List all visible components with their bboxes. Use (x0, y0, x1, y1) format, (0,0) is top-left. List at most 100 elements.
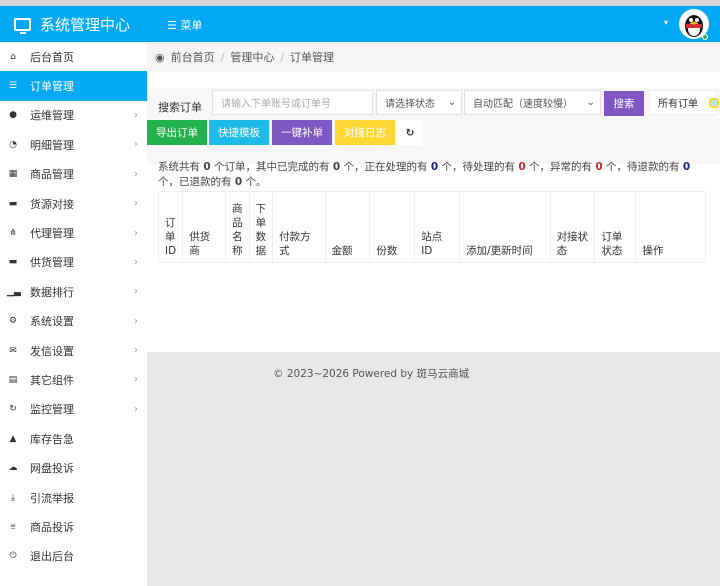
sidebar-item[interactable]: ⩸ 商品投诉 (0, 512, 147, 541)
chevron-right-icon: › (134, 315, 138, 327)
sidebar-item[interactable]: ▬ 供货管理 › (0, 248, 147, 277)
sidebar-item-label: 商品投诉 (30, 520, 74, 534)
sidebar-item-label: 货源对接 (30, 197, 74, 211)
search-toolbar: 搜索订单 请输入下单账号或订单号 请选择状态 ⌄ 自动匹配（速度较慢） ⌄ 搜索 所… (147, 88, 720, 164)
breadcrumb-current: 订单管理 (290, 51, 335, 64)
sidebar-item-label: 库存告急 (30, 432, 74, 446)
search-label: 搜索订单 (158, 101, 202, 114)
envelope-icon: ✉ (9, 345, 17, 356)
sidebar-item-label: 订单管理 (30, 80, 74, 94)
column-header: 商品名称 (225, 191, 250, 263)
sidebar-item-label: 发信设置 (30, 344, 74, 358)
sidebar-item-label: 供货管理 (30, 256, 74, 270)
sidebar-item[interactable]: ☰ 订单管理 (0, 71, 147, 101)
sidebar: ⌂ 后台首页 ☰ 订单管理 ● 运维管理 › ◔ 明细管理 › ▦ 商品管理 › ▬ 货源对接 › ⋔ 代理管理 ›… (0, 42, 147, 586)
search-button[interactable]: 搜索 (604, 91, 644, 116)
menu-label: 菜单 (180, 19, 203, 32)
chevron-right-icon: › (134, 256, 138, 268)
download-icon: ⤓ (11, 492, 15, 503)
app-title: 系统管理中心 (40, 16, 131, 34)
sidebar-item[interactable]: ● 运维管理 › (0, 101, 147, 130)
logo[interactable]: 系统管理中心 (14, 14, 130, 35)
list-icon: ☰ (8, 81, 18, 92)
calendar-icon: ▤ (8, 374, 18, 385)
chrome-icon: ◉ (155, 50, 165, 64)
chevron-right-icon: › (134, 374, 138, 386)
column-header: 供货商 (182, 191, 227, 263)
grid-icon: ▦ (8, 169, 18, 180)
home-icon: ⌂ (10, 51, 16, 62)
breadcrumb: ◉ 前台首页 / 管理中心 / 订单管理 (147, 42, 720, 72)
comments-icon: ● (9, 110, 17, 121)
match-select[interactable]: 自动匹配（速度较慢） ⌄ (464, 90, 601, 115)
sidebar-item[interactable]: ▤ 其它组件 › (0, 365, 147, 394)
sidebar-item[interactable]: ⏻ 退出后台 (0, 542, 147, 571)
column-header: 付款方式 (272, 191, 326, 263)
sidebar-item[interactable]: ◔ 明细管理 › (0, 130, 147, 159)
refresh-icon[interactable]: ↻ (397, 120, 423, 145)
bell-icon: ▲ (9, 433, 17, 444)
column-header: 订单状态 (594, 191, 637, 263)
chevron-right-icon: › (134, 139, 138, 151)
sidebar-item[interactable]: ▬ 货源对接 › (0, 189, 147, 218)
sidebar-item[interactable]: ⚙ 系统设置 › (0, 307, 147, 336)
refresh-icon: ↻ (9, 404, 17, 415)
signal-icon: ▁▃ (7, 286, 21, 297)
menu-icon: ☰ (167, 19, 181, 32)
sidebar-item-label: 网盘投诉 (30, 462, 74, 476)
order-summary: 系统共有 0 个订单，其中已完成的有 0 个，正在处理的有 0 个，待处理的有 … (158, 161, 691, 188)
menu-toggle[interactable]: ☰ 菜单 (167, 17, 202, 33)
chevron-right-icon: › (134, 345, 138, 357)
sidebar-item[interactable]: ▁▃ 数据排行 › (0, 277, 147, 306)
top-header: 系统管理中心 ☰ 菜单 ▾ (0, 6, 720, 42)
sidebar-item[interactable]: ⌂ 后台首页 (0, 42, 147, 71)
sidebar-item-label: 代理管理 (30, 227, 74, 241)
briefcase-icon: ▬ (8, 198, 18, 209)
all-orders-label: 所有订单 (658, 99, 698, 110)
column-header: 对接状态 (549, 191, 596, 263)
breadcrumb-sep: / (220, 50, 225, 64)
column-header: 金额 (324, 191, 371, 263)
sidebar-item[interactable]: ↻ 监控管理 › (0, 395, 147, 424)
chevron-right-icon: › (134, 403, 138, 415)
sidebar-item-label: 监控管理 (30, 403, 74, 417)
sidebar-item[interactable]: ☁ 网盘投诉 (0, 453, 147, 482)
column-header: 份数 (369, 191, 416, 263)
footer-copyright: © 2023~2026 Powered by 斑马云商城 (273, 368, 470, 380)
sidebar-item[interactable]: ▦ 商品管理 › (0, 160, 147, 189)
column-header: 操作 (635, 191, 706, 263)
breadcrumb-sep: / (280, 50, 285, 64)
power-icon: ⏻ (9, 551, 17, 562)
sitemap-icon: ⋔ (9, 228, 17, 239)
breadcrumb-home[interactable]: 前台首页 (171, 49, 215, 65)
search-input[interactable]: 请输入下单账号或订单号 (212, 90, 373, 115)
chevron-right-icon: › (134, 286, 138, 298)
column-header: 订单ID (157, 191, 184, 263)
one-click-supplement-button[interactable]: 一键补单 (272, 120, 332, 145)
sidebar-item[interactable]: ⤓ 引流举报 (0, 483, 147, 512)
export-orders-button[interactable]: 导出订单 (147, 120, 207, 145)
sidebar-item-label: 引流举报 (30, 491, 74, 505)
sidebar-item-label: 后台首页 (30, 50, 74, 64)
chevron-right-icon: › (134, 227, 138, 239)
status-select[interactable]: 请选择状态 ⌄ (376, 90, 462, 115)
docking-log-button[interactable]: 对接日志 (335, 120, 395, 145)
breadcrumb-admin[interactable]: 管理中心 (230, 49, 274, 65)
column-header: 下单数据 (248, 191, 274, 263)
user-dropdown-caret[interactable]: ▾ (664, 18, 668, 27)
status-select-value: 请选择状态 (385, 99, 435, 110)
sidebar-item[interactable]: ✉ 发信设置 › (0, 336, 147, 365)
chevron-down-icon: ⌄ (447, 97, 456, 108)
sidebar-item-label: 系统设置 (30, 315, 74, 329)
sidebar-item[interactable]: ▲ 库存告急 (0, 424, 147, 453)
main-content: ◉ 前台首页 / 管理中心 / 订单管理 搜索订单 请输入下单账号或订单号 请选… (147, 42, 720, 352)
chevron-right-icon: › (134, 168, 138, 180)
chevron-down-icon: ⌄ (586, 97, 595, 108)
quick-template-button[interactable]: 快捷模板 (209, 120, 269, 145)
sidebar-item-label: 数据排行 (30, 285, 74, 299)
floating-widget-icon (709, 97, 719, 108)
all-orders-button[interactable]: 所有订单 (649, 90, 719, 115)
column-header: 站点ID (414, 191, 461, 263)
sidebar-item[interactable]: ⋔ 代理管理 › (0, 218, 147, 247)
sidebar-item-label: 商品管理 (30, 168, 74, 182)
